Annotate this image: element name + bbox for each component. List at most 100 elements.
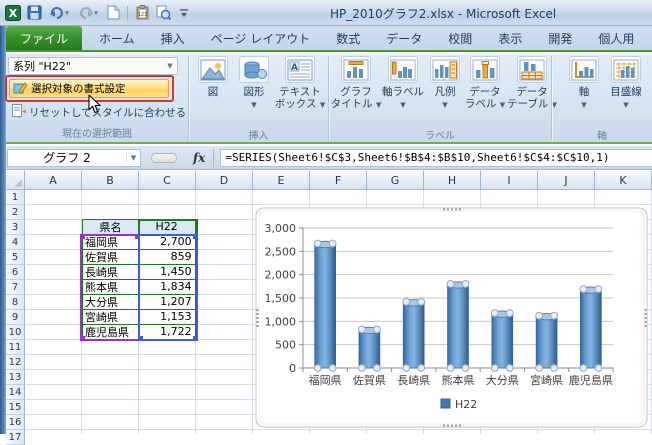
tab-7[interactable]: 表示 bbox=[485, 26, 535, 50]
row-header-6[interactable]: 6 bbox=[6, 265, 25, 280]
row-header-11[interactable]: 11 bbox=[6, 340, 25, 355]
axes-icon bbox=[569, 56, 599, 83]
value-cell[interactable]: 1,207 bbox=[138, 294, 196, 310]
column-chart[interactable]: 05001,0001,5002,0002,5003,000福岡県佐賀県長崎県熊本… bbox=[255, 207, 648, 428]
column-header-B[interactable]: B bbox=[82, 171, 139, 190]
formula-bar-handle[interactable] bbox=[151, 153, 177, 163]
reset-to-match-style-button[interactable]: リセットしてスタイルに合わせる bbox=[9, 103, 185, 121]
table-header-cell[interactable]: H22 bbox=[138, 219, 196, 235]
value-cell[interactable]: 1,450 bbox=[138, 264, 196, 280]
row-headers: 1234567891011121314151617 bbox=[6, 190, 25, 445]
insert-button-2[interactable]: Aテキストボックス ▼ bbox=[275, 56, 325, 128]
data-table[interactable]: 県名H22福岡県2,700佐賀県859長崎県1,450熊本県1,834大分県1,… bbox=[82, 220, 197, 340]
row-header-9[interactable]: 9 bbox=[6, 310, 25, 325]
labels-button-2[interactable]: 凡例▼ bbox=[427, 56, 463, 128]
prefecture-cell[interactable]: 熊本県 bbox=[82, 279, 139, 295]
value-cell[interactable]: 1,153 bbox=[138, 309, 196, 325]
row-header-1[interactable]: 1 bbox=[6, 190, 25, 205]
labels-button-4[interactable]: データテーブル ▼ bbox=[508, 56, 556, 128]
insert-button-0[interactable]: 図 bbox=[195, 56, 231, 128]
svg-text:X: X bbox=[9, 7, 18, 20]
labels-button-3[interactable]: データラベル ▼ bbox=[463, 56, 507, 128]
row-header-7[interactable]: 7 bbox=[6, 280, 25, 295]
column-header-J[interactable]: J bbox=[538, 171, 595, 190]
chart-object[interactable]: 05001,0001,5002,0002,5003,000福岡県佐賀県長崎県熊本… bbox=[255, 207, 648, 428]
tab-6[interactable]: 校閲 bbox=[435, 26, 485, 50]
new-document-button[interactable] bbox=[104, 4, 122, 22]
cell-grid[interactable]: 県名H22福岡県2,700佐賀県859長崎県1,450熊本県1,834大分県1,… bbox=[25, 190, 652, 434]
column-header-G[interactable]: G bbox=[367, 171, 424, 190]
save-button[interactable] bbox=[25, 4, 43, 22]
customize-arrow[interactable] bbox=[175, 4, 193, 22]
row-header-15[interactable]: 15 bbox=[6, 400, 25, 415]
group-axes: 軸 軸▼目盛線▼ bbox=[552, 54, 652, 144]
tab-5[interactable]: データ bbox=[373, 26, 435, 50]
row-header-2[interactable]: 2 bbox=[6, 205, 25, 220]
column-header-A[interactable]: A bbox=[25, 171, 82, 190]
row-header-14[interactable]: 14 bbox=[6, 385, 25, 400]
data-labels-icon bbox=[470, 56, 500, 83]
column-header-H[interactable]: H bbox=[424, 171, 481, 190]
row-header-10[interactable]: 10 bbox=[6, 325, 25, 340]
reset-to-match-style-label: リセットしてスタイルに合わせる bbox=[29, 105, 186, 120]
row-header-5[interactable]: 5 bbox=[6, 250, 25, 265]
insert-button-1-label: 図形▼ bbox=[244, 86, 265, 111]
formula-input[interactable]: =SERIES(Sheet6!$C$3,Sheet6!$B$4:$B$10,Sh… bbox=[220, 149, 652, 167]
tab-3[interactable]: ページ レイアウト bbox=[198, 26, 324, 50]
row-header-17[interactable]: 17 bbox=[6, 430, 25, 445]
prefecture-cell[interactable]: 長崎県 bbox=[82, 264, 139, 280]
column-header-F[interactable]: F bbox=[310, 171, 367, 190]
insert-button-2-label: テキストボックス ▼ bbox=[275, 86, 325, 111]
row-header-12[interactable]: 12 bbox=[6, 355, 25, 370]
column-header-C[interactable]: C bbox=[139, 171, 196, 190]
prefecture-cell[interactable]: 福岡県 bbox=[82, 234, 139, 250]
formula-bar: グラフ 2 ▼ fx =SERIES(Sheet6!$C$3,Sheet6!$B… bbox=[0, 146, 652, 170]
insert-function-button[interactable]: fx bbox=[193, 151, 205, 165]
column-header-D[interactable]: D bbox=[196, 171, 253, 190]
prefecture-cell[interactable]: 鹿児島県 bbox=[82, 324, 139, 340]
row-header-3[interactable]: 3 bbox=[6, 220, 25, 235]
insert-button-1[interactable]: 図形▼ bbox=[233, 56, 275, 128]
prefecture-cell[interactable]: 宮崎県 bbox=[82, 309, 139, 325]
tab-10[interactable]: アドイ bbox=[647, 26, 652, 50]
tab-9[interactable]: 個人用 bbox=[585, 26, 647, 50]
labels-button-0[interactable]: グラフタイトル ▼ bbox=[333, 56, 379, 128]
tab-file[interactable]: ファイル bbox=[6, 26, 82, 50]
tab-1[interactable]: ホーム bbox=[86, 26, 148, 50]
tab-8[interactable]: 開発 bbox=[535, 26, 585, 50]
svg-text:500: 500 bbox=[275, 339, 296, 352]
value-cell[interactable]: 1,834 bbox=[138, 279, 196, 295]
row-header-4[interactable]: 4 bbox=[6, 235, 25, 250]
value-cell[interactable]: 859 bbox=[138, 249, 196, 265]
axes-button-0[interactable]: 軸▼ bbox=[566, 56, 602, 128]
reset-style-icon bbox=[11, 103, 26, 121]
tab-4[interactable]: 数式 bbox=[323, 26, 373, 50]
tab-2[interactable]: 挿入 bbox=[148, 26, 198, 50]
axes-button-1[interactable]: 目盛線▼ bbox=[604, 56, 648, 128]
chart-element-dropdown[interactable]: 系列 "H22" ▼ bbox=[8, 57, 178, 75]
labels-button-1[interactable]: 軸ラベル▼ bbox=[381, 56, 425, 128]
table-header-cell[interactable]: 県名 bbox=[82, 219, 139, 235]
value-cell[interactable]: 1,722 bbox=[138, 324, 196, 340]
value-cell[interactable]: 2,700 bbox=[138, 234, 196, 250]
name-box[interactable]: グラフ 2 ▼ bbox=[7, 149, 141, 167]
row-header-16[interactable]: 16 bbox=[6, 415, 25, 430]
clipboard-button[interactable]: 123 bbox=[133, 4, 151, 22]
format-selection-label: 選択対象の書式設定 bbox=[31, 81, 126, 96]
svg-text:宮崎県: 宮崎県 bbox=[530, 373, 563, 387]
chevron-down-icon[interactable]: ▼ bbox=[163, 62, 177, 70]
redo-button[interactable]: ▾ bbox=[75, 4, 101, 22]
column-header-K[interactable]: K bbox=[595, 171, 652, 190]
undo-button[interactable]: ▾ bbox=[46, 4, 72, 22]
prefecture-cell[interactable]: 大分県 bbox=[82, 294, 139, 310]
print-preview-button[interactable] bbox=[154, 4, 172, 22]
prefecture-cell[interactable]: 佐賀県 bbox=[82, 249, 139, 265]
format-selection-button[interactable]: 選択対象の書式設定 bbox=[9, 79, 169, 98]
name-box-dropdown-icon[interactable]: ▼ bbox=[126, 154, 140, 162]
row-header-13[interactable]: 13 bbox=[6, 370, 25, 385]
svg-text:3,000: 3,000 bbox=[265, 222, 297, 235]
row-header-8[interactable]: 8 bbox=[6, 295, 25, 310]
column-header-E[interactable]: E bbox=[253, 171, 310, 190]
select-all-corner[interactable] bbox=[6, 171, 25, 190]
column-header-I[interactable]: I bbox=[481, 171, 538, 190]
